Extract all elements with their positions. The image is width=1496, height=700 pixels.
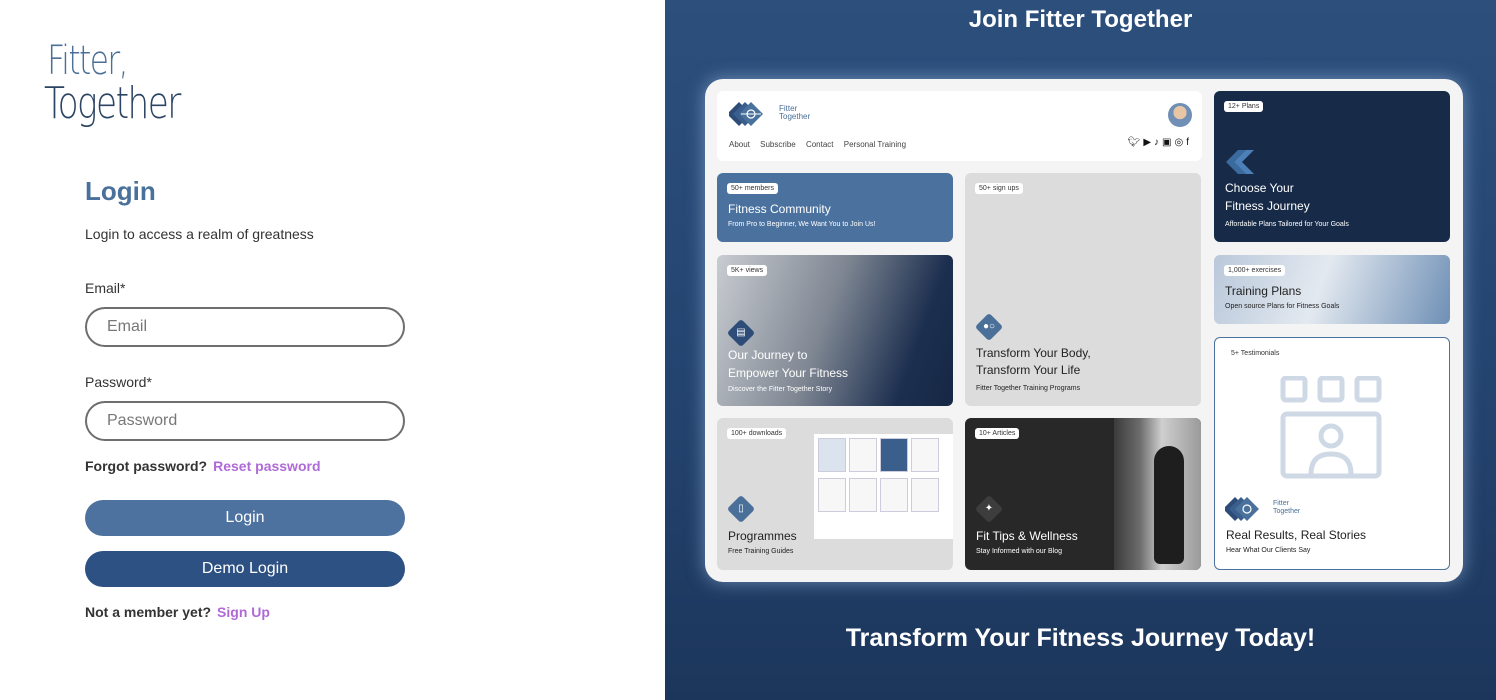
card-title-2: Transform Your Life	[976, 363, 1081, 377]
card-programmes: 100+ downloads ▯ Programmes Free Trainin…	[717, 418, 953, 570]
card-title-2: Empower Your Fitness	[728, 366, 849, 380]
promo-panel: Join Fitter Together Fitter Together Abo…	[665, 0, 1496, 700]
preview-nav-contact: Contact	[805, 140, 834, 149]
page-title: Login	[85, 176, 156, 206]
logo-line-2: Together	[44, 78, 181, 129]
card-title-1: Choose Your	[1225, 181, 1294, 195]
testimonial-logo-text-2: Together	[1273, 508, 1301, 515]
card-subtitle: Affordable Plans Tailored for Your Goals	[1225, 221, 1349, 228]
book-icon: ▤	[726, 318, 756, 348]
card-subtitle: Free Training Guides	[728, 548, 794, 555]
badge: 50+ members	[727, 183, 778, 194]
youtube-icon: ▶	[1143, 137, 1155, 148]
preview-nav-personal-training: Personal Training	[843, 140, 907, 149]
instagram-icon: ◎	[1174, 137, 1187, 148]
preview-nav-about: About	[729, 140, 750, 149]
badge: 100+ downloads	[727, 428, 787, 439]
card-title: Real Results, Real Stories	[1226, 528, 1367, 542]
site-preview-image: Fitter Together About Subscribe Contact …	[705, 79, 1463, 582]
promo-footer-heading: Transform Your Fitness Journey Today!	[845, 624, 1316, 652]
card-title: Training Plans	[1225, 284, 1302, 298]
facebook-icon: f	[1186, 137, 1192, 148]
badge: 1,000+ exercises	[1224, 265, 1286, 276]
signup-row: Not a member yet? Sign Up	[85, 604, 270, 620]
login-panel: Fitter, Together Login Login to access a…	[0, 0, 665, 700]
card-subtitle: From Pro to Beginner, We Want You to Joi…	[728, 221, 876, 228]
brand-logo: Fitter, Together	[44, 40, 218, 126]
preview-logo-text: Fitter Together	[779, 105, 810, 121]
preview-logo-icon	[729, 102, 763, 126]
login-button[interactable]: Login	[85, 500, 405, 536]
chevrons-icon	[1226, 150, 1254, 174]
document-icon: ▯	[726, 494, 756, 524]
password-label: Password*	[85, 374, 152, 390]
email-label: Email*	[85, 280, 126, 296]
logo-line-1: Fitter,	[47, 38, 128, 84]
card-our-journey: 5K+ views ▤ Our Journey to Empower Your …	[717, 255, 953, 406]
sparkle-icon: ✦	[974, 494, 1004, 524]
badge: 10+ Articles	[975, 428, 1020, 439]
card-subtitle: Fitter Together Training Programs	[976, 385, 1081, 392]
badge: 5+ Testimonials	[1227, 348, 1284, 359]
card-title: Fitness Community	[728, 202, 831, 216]
card-subtitle: Hear What Our Clients Say	[1226, 547, 1311, 554]
card-testimonials: 5+ Testimonials Fitter Together Real Res…	[1214, 337, 1450, 570]
badge: 50+ sign ups	[975, 183, 1023, 194]
athlete-photo	[1114, 418, 1201, 570]
video-gallery-icon	[1280, 376, 1382, 479]
not-member-text: Not a member yet?	[85, 604, 212, 620]
page-subtitle: Login to access a realm of greatness	[85, 226, 314, 242]
card-fit-tips: 10+ Articles ✦ Fit Tips & Wellness Stay …	[965, 418, 1201, 570]
testimonial-logo-text-1: Fitter	[1273, 500, 1289, 507]
password-field[interactable]	[85, 401, 405, 441]
preview-header: Fitter Together About Subscribe Contact …	[717, 91, 1202, 161]
testimonial-logo-text: Fitter Together	[1273, 500, 1300, 516]
card-subtitle: Stay Informed with our Blog	[976, 548, 1062, 555]
linkedin-icon: ▣	[1162, 137, 1175, 148]
card-title: Fit Tips & Wellness	[976, 529, 1078, 543]
promo-heading: Join Fitter Together	[968, 6, 1193, 33]
card-choose-journey: 12+ Plans Choose Your Fitness Journey Af…	[1214, 91, 1450, 242]
card-training-plans: 1,000+ exercises Training Plans Open sou…	[1214, 255, 1450, 324]
sign-up-link[interactable]: Sign Up	[217, 604, 270, 620]
email-field[interactable]	[85, 307, 405, 347]
card-subtitle: Discover the Fitter Together Story	[728, 386, 833, 393]
badge: 12+ Plans	[1224, 101, 1264, 112]
card-transform-body: 50+ sign ups ●○ Transform Your Body, Tra…	[965, 173, 1201, 406]
demo-login-button[interactable]: Demo Login	[85, 551, 405, 587]
twitter-icon: 🐦︎	[1127, 137, 1144, 148]
documents-preview	[814, 434, 953, 539]
preview-logo-text-2: Together	[779, 112, 811, 121]
card-title: Programmes	[728, 529, 797, 543]
tiktok-icon: ♪	[1154, 137, 1163, 148]
forgot-password-row: Forgot password? Reset password	[85, 458, 321, 474]
card-title-1: Our Journey to	[728, 348, 808, 362]
social-icons: 🐦︎▶♪▣◎f	[1128, 137, 1192, 148]
preview-nav: About Subscribe Contact Personal Trainin…	[729, 140, 914, 149]
forgot-password-text: Forgot password?	[85, 458, 208, 474]
card-title-1: Transform Your Body,	[976, 346, 1091, 360]
badge: 5K+ views	[727, 265, 768, 276]
card-fitness-community: 50+ members Fitness Community From Pro t…	[717, 173, 953, 242]
reset-password-link[interactable]: Reset password	[213, 458, 320, 474]
preview-nav-subscribe: Subscribe	[760, 140, 796, 149]
card-title-2: Fitness Journey	[1225, 199, 1310, 213]
card-subtitle: Open source Plans for Fitness Goals	[1225, 303, 1340, 310]
testimonial-logo-icon	[1225, 497, 1259, 521]
avatar	[1168, 103, 1192, 127]
target-icon: ●○	[974, 312, 1004, 342]
